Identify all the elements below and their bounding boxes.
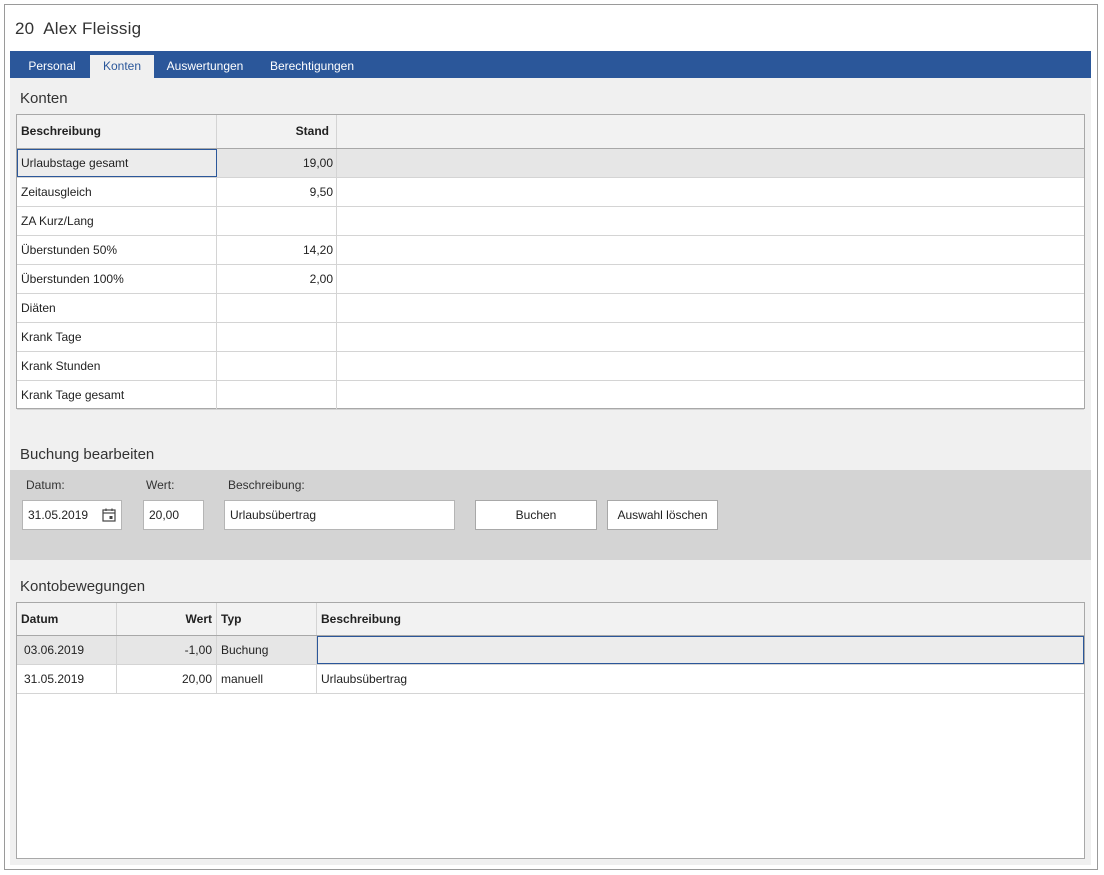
datum-value: 31.05.2019 xyxy=(28,508,89,522)
table-row[interactable]: ZA Kurz/Lang xyxy=(17,207,1084,236)
page-title: 20 Alex Fleissig xyxy=(15,19,141,39)
column-header-datum[interactable]: Datum xyxy=(17,603,117,635)
cell-stand[interactable]: 14,20 xyxy=(217,236,337,264)
cell-stand[interactable] xyxy=(217,381,337,409)
datum-field[interactable]: 31.05.2019 xyxy=(22,500,122,530)
cell-typ[interactable]: Buchung xyxy=(217,636,317,664)
table-row[interactable]: Überstunden 50% 14,20 xyxy=(17,236,1084,265)
konten-grid: Beschreibung Stand Urlaubstage gesamt 19,… xyxy=(16,114,1085,410)
cell-stand[interactable]: 9,50 xyxy=(217,178,337,206)
table-row[interactable]: Krank Tage gesamt xyxy=(17,381,1084,410)
column-header-beschreibung[interactable]: Beschreibung xyxy=(17,115,217,148)
column-header-beschreibung[interactable]: Beschreibung xyxy=(317,603,1084,635)
table-row[interactable]: 03.06.2019 -1,00 Buchung xyxy=(17,636,1084,665)
cell-datum[interactable]: 31.05.2019 xyxy=(17,665,117,693)
wert-label: Wert: xyxy=(146,478,175,492)
cell-stand[interactable]: 2,00 xyxy=(217,265,337,293)
beschreibung-label: Beschreibung: xyxy=(228,478,305,492)
cell-beschreibung[interactable]: Überstunden 50% xyxy=(17,236,217,264)
kontobewegungen-grid-header: Datum Wert Typ Beschreibung xyxy=(17,603,1084,636)
table-row[interactable]: Krank Tage xyxy=(17,323,1084,352)
cell-beschreibung[interactable] xyxy=(317,636,1084,664)
tab-bar: Personal Konten Auswertungen Berechtigun… xyxy=(10,51,1091,78)
employee-name: Alex Fleissig xyxy=(43,19,142,38)
tab-content-konten: Konten Beschreibung Stand Urlaubstage ge… xyxy=(10,78,1091,865)
cell-datum[interactable]: 03.06.2019 xyxy=(17,636,117,664)
konten-grid-header: Beschreibung Stand xyxy=(17,115,1084,149)
kontobewegungen-title: Kontobewegungen xyxy=(20,578,146,595)
cell-beschreibung[interactable]: Krank Tage xyxy=(17,323,217,351)
table-row[interactable]: Zeitausgleich 9,50 xyxy=(17,178,1084,207)
auswahl-loeschen-button[interactable]: Auswahl löschen xyxy=(607,500,718,530)
tab-konten[interactable]: Konten xyxy=(90,55,154,78)
employee-window: 20 Alex Fleissig Personal Konten Auswert… xyxy=(4,4,1098,870)
cell-beschreibung[interactable]: Urlaubsübertrag xyxy=(317,665,1084,693)
cell-typ[interactable]: manuell xyxy=(217,665,317,693)
beschreibung-field[interactable]: Urlaubsübertrag xyxy=(224,500,455,530)
cell-stand[interactable] xyxy=(217,207,337,235)
table-row[interactable]: Krank Stunden xyxy=(17,352,1084,381)
buchen-button[interactable]: Buchen xyxy=(475,500,597,530)
cell-stand[interactable] xyxy=(217,294,337,322)
datum-label: Datum: xyxy=(26,478,65,492)
cell-stand[interactable] xyxy=(217,323,337,351)
table-row[interactable]: 31.05.2019 20,00 manuell Urlaubsübertrag xyxy=(17,665,1084,694)
tab-personal[interactable]: Personal xyxy=(18,55,86,78)
calendar-icon[interactable] xyxy=(102,508,116,522)
cell-beschreibung[interactable]: Zeitausgleich xyxy=(17,178,217,206)
cell-beschreibung[interactable]: Diäten xyxy=(17,294,217,322)
table-row[interactable]: Überstunden 100% 2,00 xyxy=(17,265,1084,294)
buchung-form: Datum: Wert: Beschreibung: 31.05.2019 20… xyxy=(10,470,1091,560)
employee-number: 20 xyxy=(15,19,35,38)
cell-beschreibung[interactable]: Überstunden 100% xyxy=(17,265,217,293)
cell-stand[interactable] xyxy=(217,352,337,380)
cell-stand[interactable]: 19,00 xyxy=(217,149,337,177)
wert-field[interactable]: 20,00 xyxy=(143,500,204,530)
column-header-wert[interactable]: Wert xyxy=(117,603,217,635)
cell-beschreibung[interactable]: Krank Stunden xyxy=(17,352,217,380)
cell-wert[interactable]: 20,00 xyxy=(117,665,217,693)
cell-beschreibung[interactable]: Urlaubstage gesamt xyxy=(17,149,217,177)
tab-auswertungen[interactable]: Auswertungen xyxy=(158,55,252,78)
column-header-stand[interactable]: Stand xyxy=(217,115,337,148)
konten-title: Konten xyxy=(20,90,68,107)
tab-berechtigungen[interactable]: Berechtigungen xyxy=(256,55,368,78)
cell-wert[interactable]: -1,00 xyxy=(117,636,217,664)
table-row[interactable]: Diäten xyxy=(17,294,1084,323)
kontobewegungen-grid: Datum Wert Typ Beschreibung 03.06.2019 -1… xyxy=(16,602,1085,859)
table-row[interactable]: Urlaubstage gesamt 19,00 xyxy=(17,149,1084,178)
cell-beschreibung[interactable]: Krank Tage gesamt xyxy=(17,381,217,409)
buchung-title: Buchung bearbeiten xyxy=(20,446,155,463)
column-header-typ[interactable]: Typ xyxy=(217,603,317,635)
cell-beschreibung[interactable]: ZA Kurz/Lang xyxy=(17,207,217,235)
